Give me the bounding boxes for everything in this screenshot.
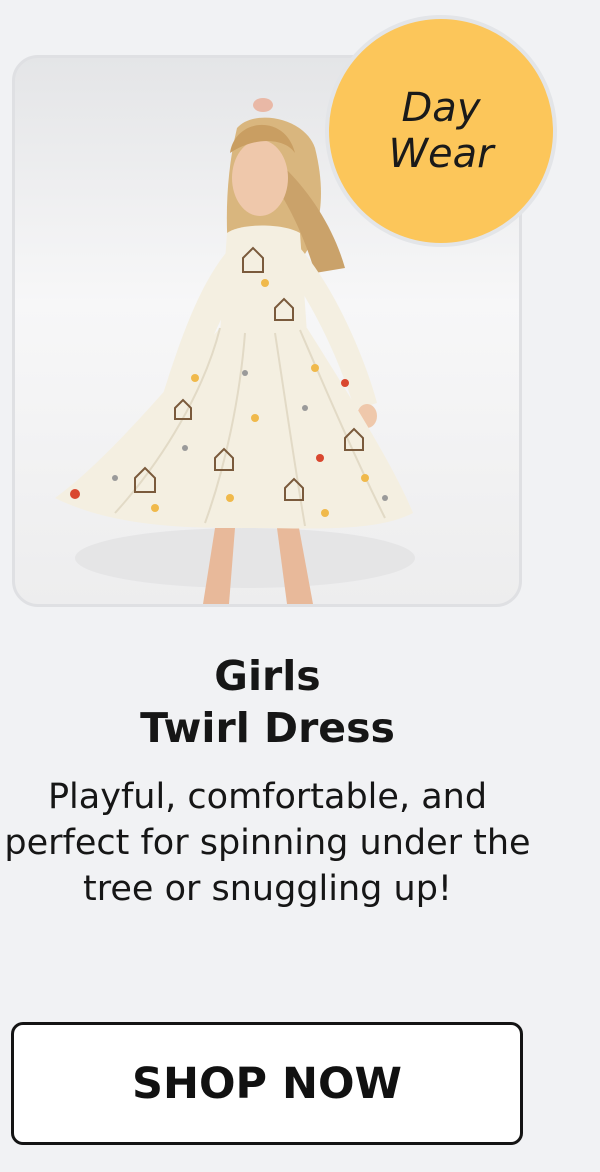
title-line-1: Girls (214, 652, 321, 700)
title-line-2: Twirl Dress (140, 704, 395, 752)
day-wear-badge: Day Wear (325, 15, 557, 247)
badge-line-2: Wear (388, 131, 494, 177)
badge-line-1: Day (401, 85, 481, 131)
shop-now-button[interactable]: SHOP NOW (11, 1022, 523, 1145)
product-description: Playful, comfortable, and perfect for sp… (4, 777, 531, 909)
product-title: Girls Twirl Dress (0, 650, 535, 754)
